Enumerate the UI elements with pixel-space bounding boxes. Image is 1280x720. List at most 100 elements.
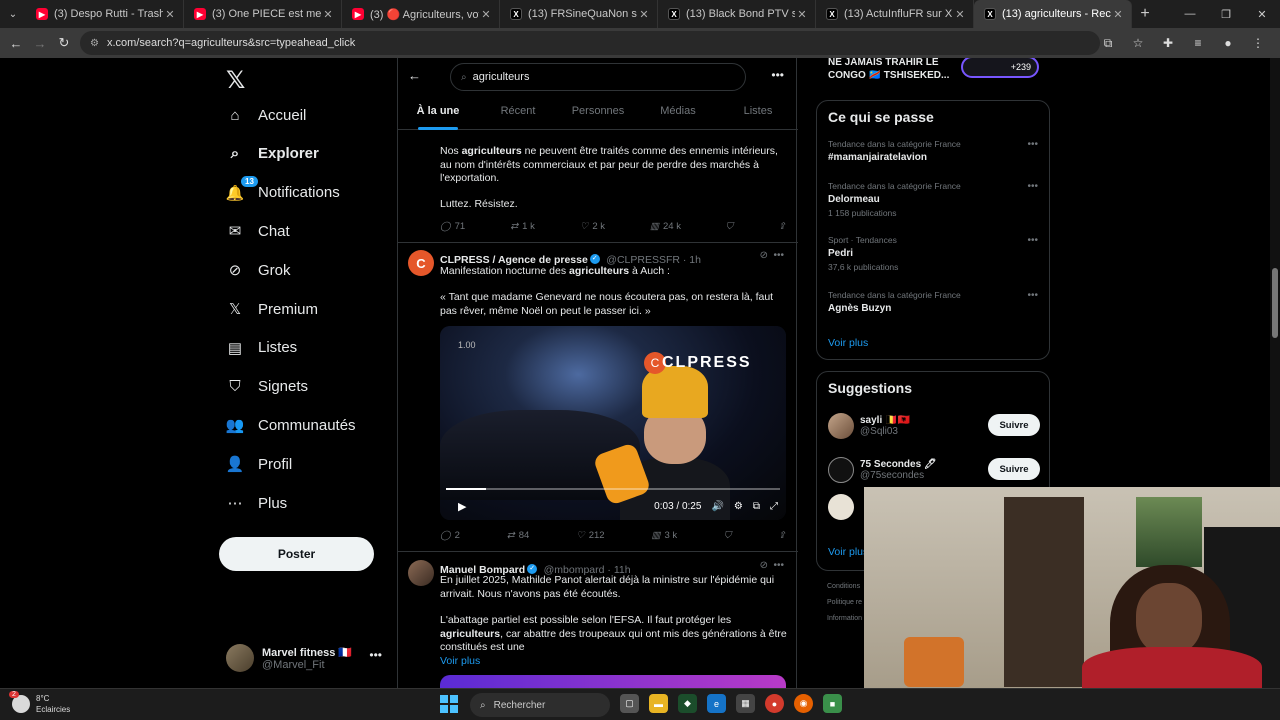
install-icon[interactable]: ⧉	[1096, 31, 1120, 55]
extensions-icon[interactable]: ✚	[1156, 31, 1180, 55]
url-field[interactable]: ⚙ x.com/search?q=agriculteurs&src=typeah…	[80, 31, 1100, 55]
browser-menu-icon[interactable]: ⋮	[1246, 31, 1270, 55]
nav-item-listes[interactable]: ▤ Listes	[224, 333, 297, 363]
tab-list-button[interactable]: ⌄	[0, 0, 26, 28]
legal-link[interactable]: Information	[827, 615, 862, 622]
post-button[interactable]: Poster	[219, 537, 374, 571]
minimize-button[interactable]: —	[1172, 0, 1208, 28]
trend-more-icon[interactable]: •••	[1027, 290, 1038, 301]
repost-button[interactable]: ⇄ 1 k	[510, 221, 535, 232]
profile-icon[interactable]: ●	[1216, 31, 1240, 55]
nav-item-notifications[interactable]: 🔔 13 Notifications	[224, 175, 340, 208]
trend-more-icon[interactable]: •••	[1027, 181, 1038, 192]
firefox-icon[interactable]: ◉	[794, 694, 813, 713]
trend-item[interactable]: Tendance dans la catégorie France Delorme…	[828, 181, 1038, 218]
spaces-listeners-pill[interactable]: +239	[961, 58, 1039, 78]
nav-item-signets[interactable]: ⛉ Signets	[224, 372, 308, 402]
nav-item-accueil[interactable]: ⌂ Accueil	[224, 100, 306, 130]
browser-tab[interactable]: X (13) agriculteurs - Recherch✕	[974, 0, 1132, 28]
suggestion-item[interactable]: sayli 🇧🇪🇦🇱 @Sqli03 Suivre	[828, 409, 1040, 443]
avatar[interactable]	[408, 560, 434, 586]
suggestions-see-more[interactable]: Voir plus	[828, 546, 868, 558]
trend-item[interactable]: Sport · Tendances Pedri 37,6 k publication…	[828, 235, 1038, 272]
play-icon[interactable]: ▶	[458, 500, 466, 513]
media-preview[interactable]	[440, 675, 786, 688]
back-arrow-icon[interactable]: ←	[408, 68, 421, 83]
grok-icon[interactable]: ⊘	[760, 560, 768, 571]
close-tab-icon[interactable]: ✕	[163, 8, 177, 21]
video-progress[interactable]	[446, 488, 780, 490]
video-player[interactable]: C CLPRESS 1.00 ▶ 0:03 / 0:25 🔊 ⚙ ⧉ ⤢	[440, 326, 786, 520]
site-info-icon[interactable]: ⚙	[90, 38, 99, 49]
legal-link[interactable]: Conditions	[827, 583, 860, 590]
bookmark-tweet-button[interactable]: ⛉	[726, 221, 733, 232]
nav-item-plus[interactable]: ⋯ Plus	[224, 488, 288, 518]
settings-icon[interactable]: ⚙	[734, 501, 743, 512]
suggestion-item[interactable]: 75 Secondes 🖊 @75secondes Suivre	[828, 453, 1040, 487]
like-button[interactable]: ♡ 212	[576, 530, 604, 541]
avatar[interactable]: C	[408, 250, 434, 276]
trend-item[interactable]: Tendance dans la catégorie France Agnès B…	[828, 290, 1038, 314]
bookmark-star-icon[interactable]: ☆	[1126, 31, 1150, 55]
follow-button[interactable]: Suivre	[988, 458, 1040, 480]
nav-item-grok[interactable]: ⊘ Grok	[224, 255, 291, 285]
file-explorer-icon[interactable]: ▬	[649, 694, 668, 713]
reload-icon[interactable]: ↻	[52, 31, 76, 55]
edge-icon[interactable]: e	[707, 694, 726, 713]
repost-button[interactable]: ⇄ 84	[507, 530, 530, 541]
trend-more-icon[interactable]: •••	[1027, 139, 1038, 150]
search-tab[interactable]: À la une	[398, 96, 478, 130]
close-tab-icon[interactable]: ✕	[795, 8, 809, 21]
nav-item-explorer[interactable]: ⌕ Explorer	[224, 139, 319, 169]
trends-see-more[interactable]: Voir plus	[828, 337, 868, 349]
like-button[interactable]: ♡ 2 k	[580, 221, 605, 232]
nvidia-icon[interactable]: ◆	[678, 694, 697, 713]
trend-item[interactable]: Tendance dans la catégorie France #mamanj…	[828, 139, 1038, 163]
new-tab-button[interactable]: +	[1132, 5, 1158, 23]
more-icon[interactable]: •••	[369, 648, 382, 662]
reply-button[interactable]: ◯ 71	[440, 221, 465, 232]
nav-item-communautés[interactable]: 👥 Communautés	[224, 410, 356, 440]
nav-item-premium[interactable]: 𝕏 Premium	[224, 294, 318, 324]
share-button[interactable]: ⇪	[778, 221, 786, 232]
taskbar-search[interactable]: ⌕ Rechercher	[470, 693, 610, 717]
trend-more-icon[interactable]: •••	[1027, 235, 1038, 246]
browser-tab[interactable]: X (13) FRSineQuaNon sur X : "@T✕	[500, 0, 658, 28]
close-window-button[interactable]: ✕	[1244, 0, 1280, 28]
search-tab[interactable]: Listes	[718, 96, 798, 129]
forward-icon[interactable]: →	[28, 31, 52, 55]
close-tab-icon[interactable]: ✕	[1111, 8, 1125, 21]
tweet-more-icon[interactable]: •••	[773, 560, 784, 571]
browser-tab[interactable]: X (13) Black Bond PTV sur X : "De✕	[658, 0, 816, 28]
close-tab-icon[interactable]: ✕	[953, 8, 967, 21]
nav-item-profil[interactable]: 👤 Profil	[224, 449, 293, 479]
app-icon[interactable]: ■	[823, 694, 842, 713]
bookmark-tweet-button[interactable]: ⛉	[724, 530, 731, 541]
back-icon[interactable]: ←	[4, 31, 28, 55]
account-switcher[interactable]: Marvel fitness 🇫🇷 @Marvel_Fit •••	[226, 642, 386, 674]
close-tab-icon[interactable]: ✕	[479, 8, 493, 21]
spaces-banner-title[interactable]: NE JAMAIS TRAHIR LE CONGO 🇨🇩 TSHISEKED..…	[828, 58, 949, 82]
search-tab[interactable]: Récent	[478, 96, 558, 129]
browser-tab[interactable]: ▶ (3) One PIECE est meilleur sans✕	[184, 0, 342, 28]
fullscreen-icon[interactable]: ⤢	[770, 501, 778, 512]
playback-rate[interactable]: 1.00	[458, 340, 476, 350]
follow-button[interactable]: Suivre	[988, 414, 1040, 436]
reply-button[interactable]: ◯ 2	[440, 530, 460, 541]
search-box[interactable]: ⌕	[450, 63, 746, 91]
more-options-icon[interactable]: •••	[771, 68, 784, 82]
maximize-button[interactable]: ❐	[1208, 0, 1244, 28]
search-input[interactable]	[472, 71, 723, 83]
close-tab-icon[interactable]: ✕	[637, 8, 651, 21]
legal-link[interactable]: Politique re	[827, 599, 862, 606]
close-tab-icon[interactable]: ✕	[321, 8, 335, 21]
nav-item-chat[interactable]: ✉ Chat	[224, 216, 290, 246]
browser-tab[interactable]: ▶ (3) Despo Rutti - Trashhh - YouT✕	[26, 0, 184, 28]
task-view-icon[interactable]: ▢	[620, 694, 639, 713]
reading-list-icon[interactable]: ≡	[1186, 31, 1210, 55]
share-button[interactable]: ⇪	[778, 530, 786, 541]
tweet-more-icon[interactable]: •••	[773, 250, 784, 261]
volume-icon[interactable]: 🔊	[711, 501, 723, 512]
browser-tab[interactable]: X (13) ActuInfluFR sur X : "Mais v✕	[816, 0, 974, 28]
grok-icon[interactable]: ⊘	[760, 250, 768, 261]
